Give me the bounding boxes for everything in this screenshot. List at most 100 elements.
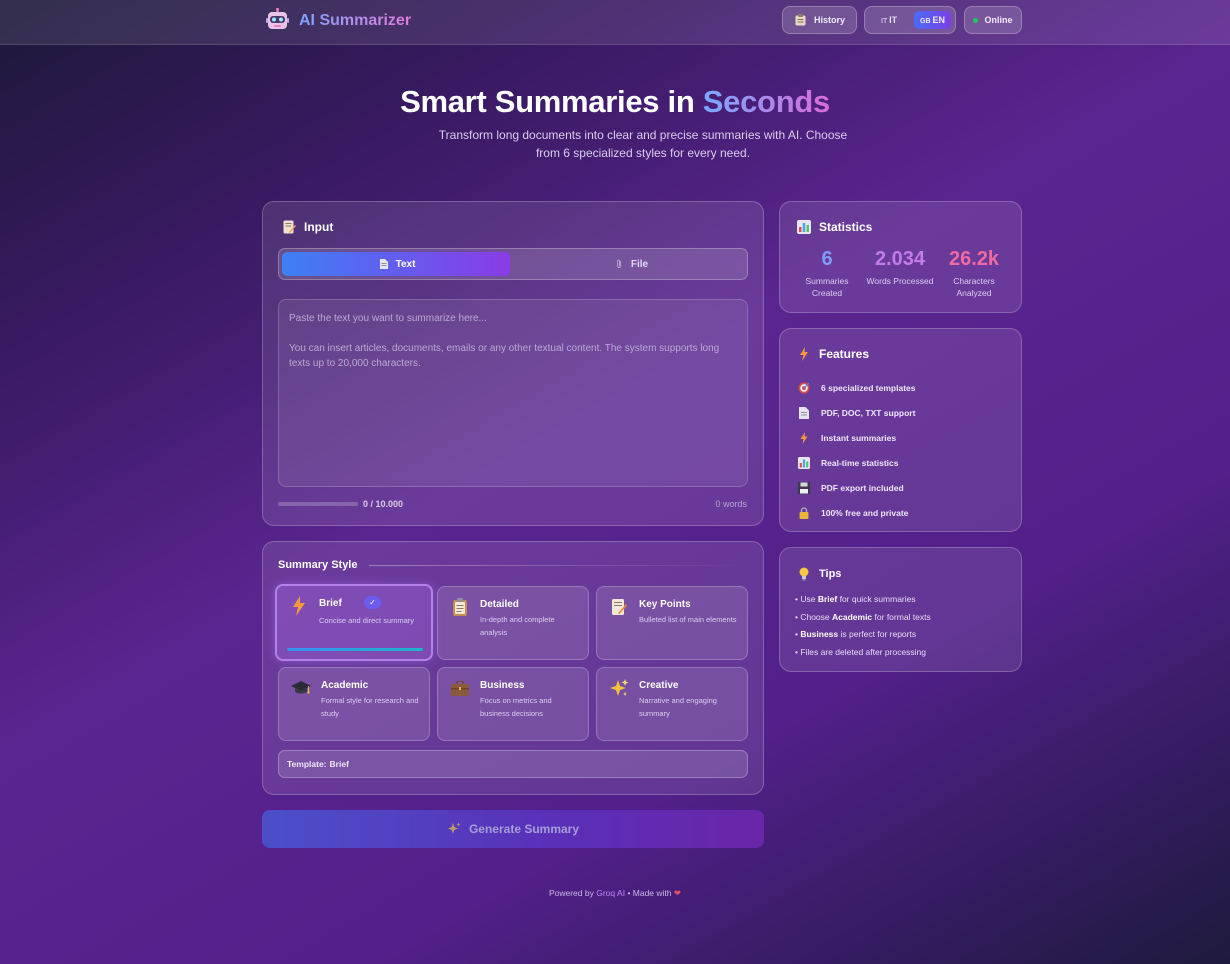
- stat-summaries: 6 Summaries Created: [792, 248, 862, 299]
- template-academic[interactable]: Academic Formal style for research and s…: [278, 667, 430, 741]
- lang-en-option[interactable]: GB EN: [914, 11, 951, 29]
- feature-item: PDF, DOC, TXT support: [797, 400, 916, 425]
- feature-text: 100% free and private: [821, 507, 909, 518]
- heart-icon: ❤: [673, 888, 682, 898]
- template-desc: Narrative and engaging summary: [639, 696, 717, 718]
- tip-item: • Business is perfect for reports: [795, 629, 917, 639]
- sparkles-icon: [447, 822, 461, 836]
- lightning-icon: [797, 347, 811, 361]
- generate-summary-button[interactable]: Generate Summary: [262, 810, 764, 848]
- history-button[interactable]: History: [782, 6, 857, 34]
- stat-characters: 26.2k Characters Analyzed: [939, 248, 1009, 299]
- footer-prefix: Powered by: [548, 888, 594, 898]
- memo-icon: [609, 597, 629, 617]
- input-tabs: Text File: [278, 248, 748, 280]
- clipboard-icon: [794, 13, 808, 27]
- template-key-points[interactable]: Key Points Bulleted list of main element…: [596, 586, 748, 660]
- template-detailed[interactable]: Detailed In-depth and complete analysis: [437, 586, 589, 660]
- char-count: 0 / 10.000: [363, 499, 404, 509]
- statistics-card: Statistics 6 Summaries Created 2.034 Wor…: [779, 201, 1022, 313]
- template-selection-display: Template: Brief: [278, 750, 748, 778]
- template-desc: Formal style for research and study: [321, 696, 419, 718]
- input-card: Input Text File Paste the text you want …: [262, 201, 764, 526]
- template-label: Template:: [287, 759, 327, 769]
- stat-value: 6: [821, 248, 833, 270]
- brand[interactable]: AI Summarizer: [265, 8, 411, 33]
- template-name: Detailed: [480, 599, 519, 610]
- tips-header: Tips: [797, 567, 841, 581]
- template-name: Creative: [639, 680, 679, 691]
- features-card: Features 6 specialized templates PDF, DO…: [779, 328, 1022, 532]
- text-input[interactable]: Paste the text you want to summarize her…: [278, 299, 748, 487]
- feature-item: Real-time statistics: [797, 450, 916, 475]
- check-icon: ✓: [364, 596, 381, 609]
- placeholder-line-1: Paste the text you want to summarize her…: [289, 313, 487, 324]
- footer: Powered by Groq AI • Made with ❤: [0, 888, 1230, 899]
- lang-it-label: IT: [889, 15, 898, 25]
- summary-style-card: Summary Style Brief ✓ Concise and direct…: [262, 541, 764, 795]
- tab-text[interactable]: Text: [282, 252, 510, 276]
- placeholder-line-2: You can insert articles, documents, emai…: [289, 343, 720, 369]
- generate-label: Generate Summary: [468, 822, 580, 836]
- features-header: Features: [797, 347, 869, 361]
- document-icon: [797, 406, 811, 420]
- feature-item: 100% free and private: [797, 500, 916, 525]
- feature-item: 6 specialized templates: [797, 375, 916, 400]
- char-progress-bar: [278, 502, 358, 506]
- stat-words: 2.034 Words Processed: [865, 248, 935, 287]
- tips-list: • Use Brief for quick summaries • Choose…: [795, 591, 931, 661]
- tab-file-label: File: [630, 258, 649, 270]
- template-name: Business: [480, 680, 525, 691]
- graduation-cap-icon: [291, 678, 311, 698]
- stat-label: Words Processed: [866, 276, 934, 286]
- template-name: Brief: [319, 598, 342, 609]
- memo-icon: [282, 220, 296, 234]
- lightning-icon: [797, 431, 811, 445]
- tab-file[interactable]: File: [515, 252, 745, 276]
- selected-indicator: [287, 648, 423, 651]
- language-switcher: IT IT GB EN: [864, 6, 956, 34]
- top-bar: AI Summarizer History IT IT GB EN Online: [0, 0, 1230, 45]
- statistics-header: Statistics: [797, 220, 872, 234]
- title-accent: Seconds: [702, 84, 830, 119]
- briefcase-icon: [450, 678, 470, 698]
- lock-icon: [797, 506, 811, 520]
- template-business[interactable]: Business Focus on metrics and business d…: [437, 667, 589, 741]
- template-creative[interactable]: Creative Narrative and engaging summary: [596, 667, 748, 741]
- stat-label: Characters Analyzed: [953, 276, 995, 298]
- tips-title: Tips: [819, 568, 842, 580]
- status-badge: Online: [964, 6, 1022, 34]
- bar-chart-icon: [797, 456, 811, 470]
- history-label: History: [813, 15, 845, 25]
- groq-link[interactable]: Groq AI: [596, 888, 625, 898]
- title-main: Smart Summaries in: [400, 84, 695, 119]
- input-header: Input: [282, 220, 333, 234]
- footer-middle: • Made with: [627, 888, 672, 898]
- stat-value: 2.034: [874, 248, 926, 270]
- bar-chart-icon: [797, 220, 811, 234]
- template-value: Brief: [329, 759, 349, 769]
- feature-item: PDF export included: [797, 475, 916, 500]
- word-count: 0 words: [715, 499, 747, 509]
- lang-it-option[interactable]: IT IT: [869, 15, 897, 25]
- feature-text: Real-time statistics: [821, 457, 899, 468]
- lang-en-label: EN: [932, 15, 945, 25]
- lightning-icon: [289, 596, 309, 616]
- online-dot-icon: [973, 17, 979, 23]
- features-list: 6 specialized templates PDF, DOC, TXT su…: [797, 375, 916, 525]
- tips-card: Tips • Use Brief for quick summaries • C…: [779, 547, 1022, 672]
- summary-style-title: Summary Style: [278, 559, 358, 571]
- tip-item: • Choose Academic for formal texts: [795, 611, 931, 622]
- stat-value: 26.2k: [948, 248, 1000, 270]
- clipboard-icon: [450, 597, 470, 617]
- document-icon: [377, 257, 391, 271]
- template-name: Academic: [321, 680, 369, 691]
- feature-text: Instant summaries: [821, 432, 897, 443]
- feature-text: 6 specialized templates: [821, 382, 916, 393]
- feature-text: PDF export included: [821, 482, 904, 493]
- robot-icon: [265, 8, 290, 33]
- template-brief[interactable]: Brief ✓ Concise and direct summary: [275, 584, 433, 661]
- feature-text: PDF, DOC, TXT support: [821, 407, 916, 418]
- page-subtitle: Transform long documents into clear and …: [438, 128, 848, 160]
- floppy-disk-icon: [797, 481, 811, 495]
